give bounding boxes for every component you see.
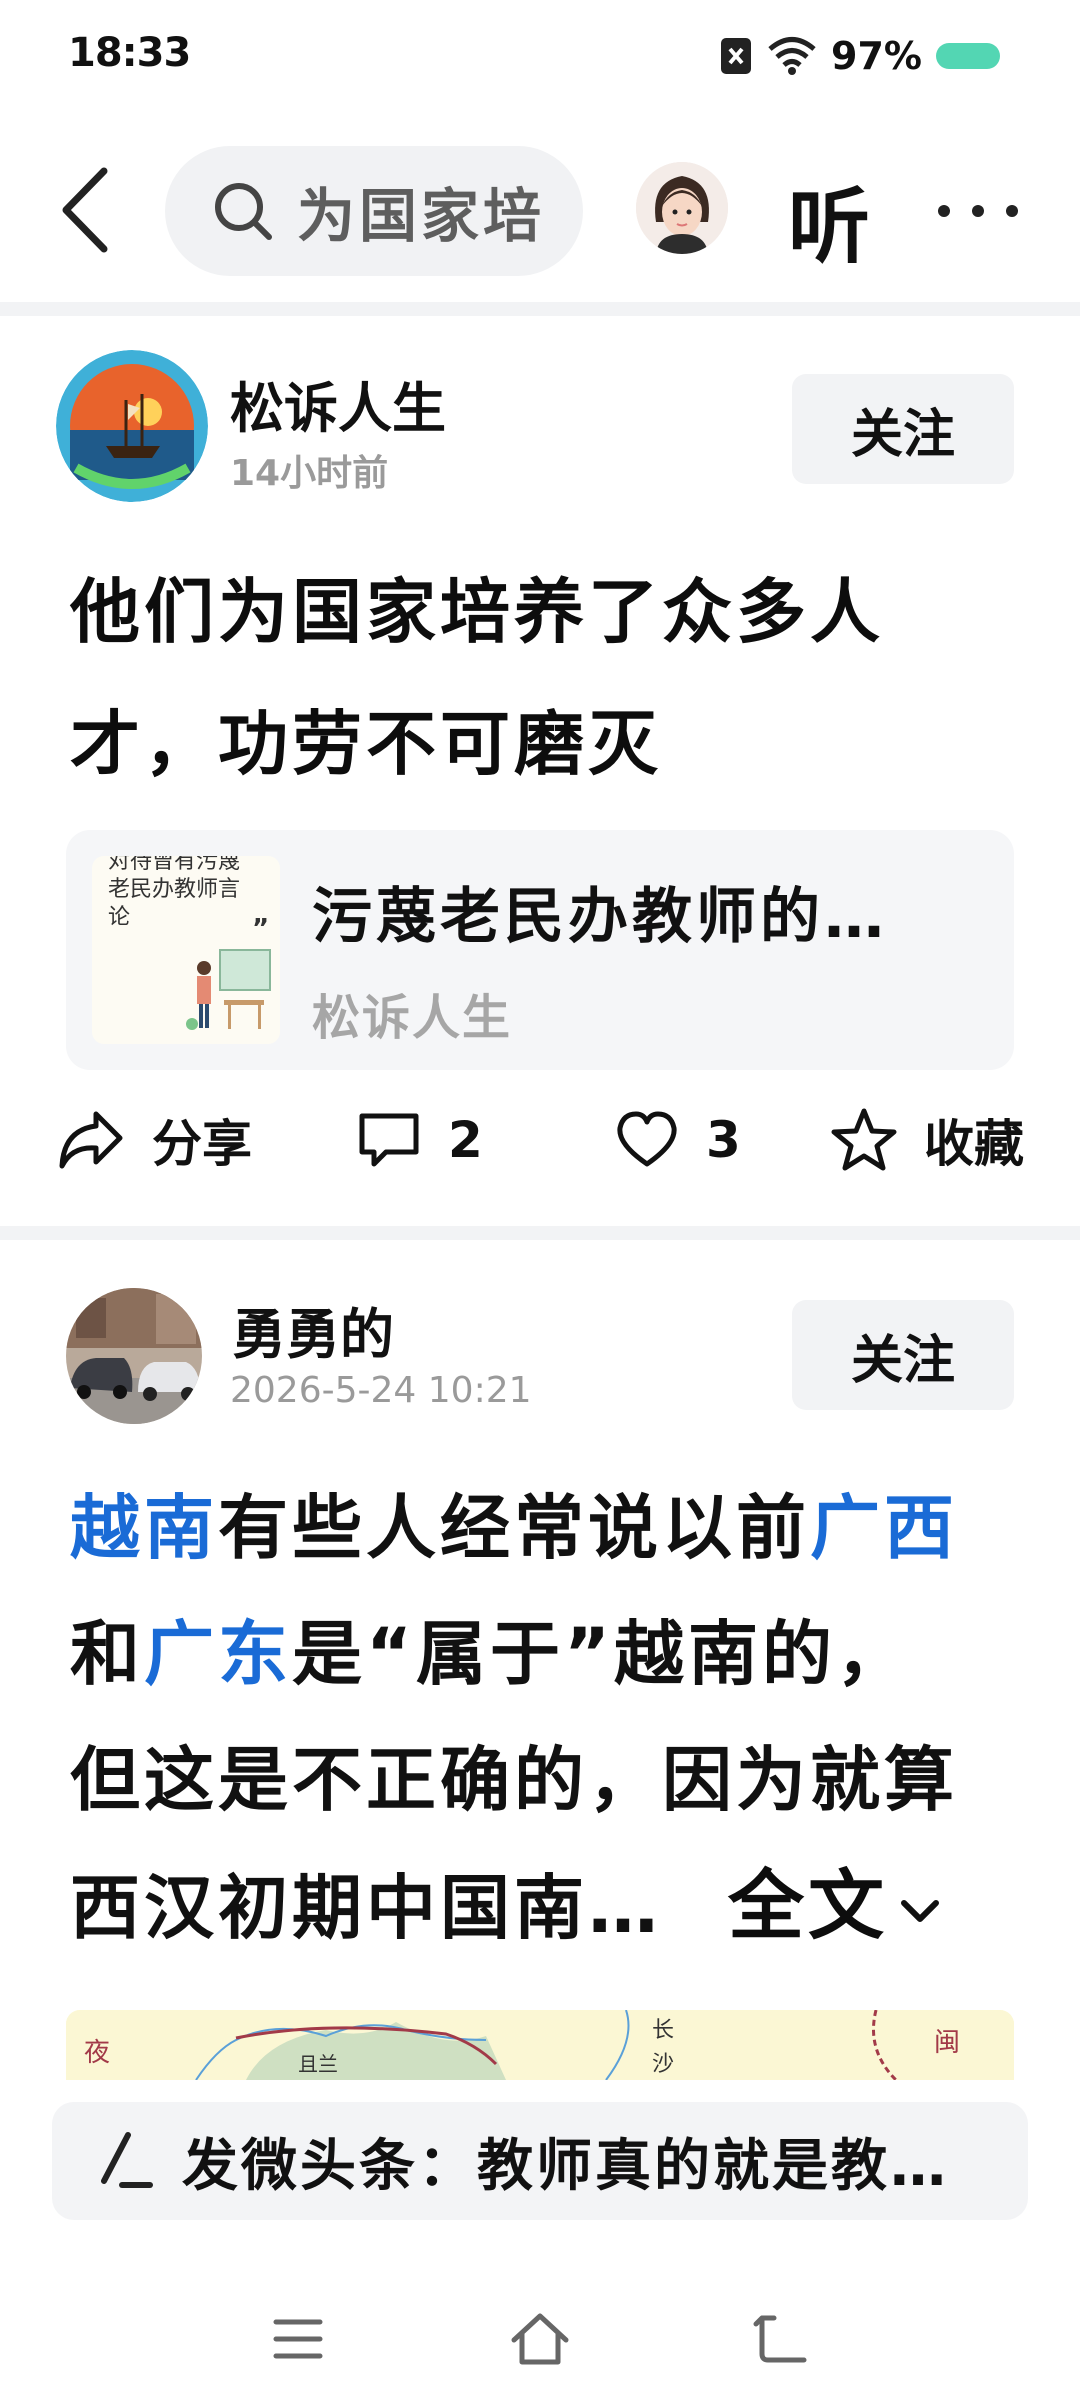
author-name[interactable]: 松诉人生: [230, 364, 446, 443]
teacher-illustration-icon: [186, 949, 271, 1030]
search-icon: [215, 183, 272, 240]
star-icon: [831, 1108, 897, 1171]
like-button[interactable]: 3: [614, 1100, 741, 1180]
body-text: 西汉初期中国南…: [70, 1867, 662, 1949]
map-label: 沙: [652, 2052, 675, 2077]
system-nav-bar: [0, 2300, 1080, 2380]
search-text: 为国家培: [297, 182, 546, 250]
post-body-line: 但这是不正确的，因为就算: [70, 1739, 958, 1821]
divider: [0, 302, 1080, 316]
more-menu-icon[interactable]: [938, 196, 1018, 226]
sim-off-icon: [721, 38, 752, 74]
map-label: 闽: [934, 2028, 961, 2058]
article-source: 松诉人生: [312, 990, 513, 1046]
author-name[interactable]: 勇勇的: [232, 1290, 394, 1369]
post-body-line: 西汉初期中国南… 全文: [70, 1843, 1030, 1971]
post-actions: 分享 2 3 收藏: [0, 1100, 1080, 1180]
map-label: 且兰: [298, 2052, 338, 2076]
post-title-line: 才，功劳不可磨灭: [70, 703, 662, 785]
search-bar[interactable]: 为国家培: [165, 146, 583, 276]
map-illustration: [66, 2010, 1014, 2080]
map-image[interactable]: 夜 且兰 长 沙 闽: [66, 2010, 1014, 2080]
follow-button[interactable]: 关注: [792, 1300, 1014, 1410]
topic-link-vietnam[interactable]: 越南: [70, 1487, 218, 1569]
menu-icon: [273, 2319, 323, 2359]
thumb-text: 论: [108, 905, 131, 930]
thumb-text: 对待曾有污蔑: [108, 856, 241, 874]
share-icon: [59, 1111, 123, 1169]
expand-full-text-button[interactable]: 全文: [728, 1861, 946, 1950]
post-body-line: 和广东是“属于”越南的，: [70, 1591, 1030, 1717]
compose-bar[interactable]: 发微头条：教师真的就是教…: [52, 2102, 1028, 2220]
wifi-icon: [768, 37, 816, 75]
topic-link-guangdong[interactable]: 广东: [144, 1613, 292, 1695]
article-thumbnail: 对待曾有污蔑 老民办教师言 论 ”: [92, 856, 280, 1044]
assistant-avatar[interactable]: [636, 162, 728, 254]
share-label: 分享: [152, 1115, 252, 1173]
favorite-button[interactable]: 收藏: [830, 1100, 1024, 1180]
chevron-left-icon: [62, 167, 108, 253]
like-count: 3: [706, 1111, 741, 1169]
follow-button[interactable]: 关注: [792, 374, 1014, 484]
body-text: 是“属于”越南的，: [292, 1613, 911, 1695]
article-title: 污蔑老民办教师的…: [312, 882, 888, 952]
pen-icon: [101, 2132, 153, 2188]
share-button[interactable]: 分享: [56, 1100, 252, 1180]
map-label: 长: [652, 2018, 675, 2043]
post-time: 2026-5-24 10:21: [230, 1370, 532, 1411]
status-bar: 18:33 97%: [0, 0, 1080, 110]
body-text: 和: [70, 1613, 144, 1695]
comment-count: 2: [448, 1111, 483, 1169]
post-body-line: 越南有些人经常说以前广西: [70, 1465, 1030, 1591]
status-time: 18:33: [68, 30, 191, 76]
author-avatar[interactable]: [56, 350, 208, 502]
back-nav-icon: [753, 2315, 807, 2363]
back-button[interactable]: [50, 165, 120, 255]
battery-icon: [936, 43, 1000, 69]
back-nav-button[interactable]: [752, 2310, 812, 2370]
girl-avatar-icon: [636, 162, 728, 254]
post-title[interactable]: 他们为国家培养了众多人 才，功劳不可磨灭: [70, 546, 884, 810]
heart-icon: [617, 1111, 677, 1167]
favorite-label: 收藏: [924, 1115, 1024, 1173]
street-cars-avatar-icon: [66, 1288, 202, 1424]
compose-text: 发微头条：教师真的就是教…: [182, 2133, 949, 2199]
status-right: 97%: [719, 30, 1000, 82]
thumb-text: 老民办教师言: [108, 877, 241, 902]
sunset-ship-avatar-icon: [56, 350, 208, 502]
post-body[interactable]: 越南有些人经常说以前广西 和广东是“属于”越南的， 但这是不正确的，因为就算 西…: [70, 1465, 1030, 1971]
quote-mark-icon: ”: [252, 914, 270, 944]
topic-link-guangxi[interactable]: 广西: [810, 1487, 958, 1569]
divider: [0, 1226, 1080, 1240]
map-label: 夜: [84, 2038, 111, 2068]
comment-button[interactable]: 2: [356, 1100, 483, 1180]
expand-label: 全文: [728, 1861, 888, 1950]
chevron-down-icon: [901, 1900, 939, 1922]
linked-article-card[interactable]: 对待曾有污蔑 老民办教师言 论 ” 污蔑老民办教师的… 松诉人生: [66, 830, 1014, 1070]
menu-nav-button[interactable]: [270, 2314, 326, 2368]
body-text: 有些人经常说以前: [218, 1487, 810, 1569]
home-nav-button[interactable]: [508, 2308, 572, 2372]
listen-button[interactable]: 听: [788, 160, 870, 279]
post-title-line: 他们为国家培养了众多人: [70, 571, 884, 653]
author-avatar[interactable]: [66, 1288, 202, 1424]
home-icon: [511, 2313, 569, 2365]
battery-percent: 97%: [831, 34, 922, 78]
post-time: 14小时前: [230, 453, 389, 494]
comment-icon: [359, 1113, 419, 1167]
